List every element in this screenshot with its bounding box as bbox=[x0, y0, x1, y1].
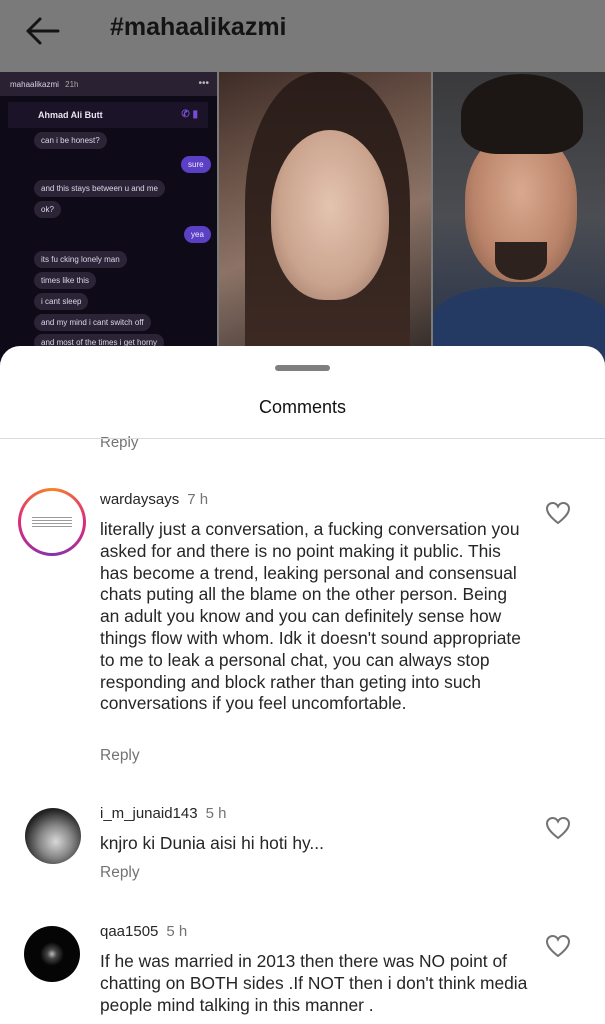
sheet-title: Comments bbox=[258, 397, 347, 417]
reply-button[interactable]: Reply bbox=[100, 864, 140, 882]
call-icons: ✆ ▮ bbox=[181, 109, 198, 120]
chat-message: can i be honest? bbox=[34, 132, 107, 149]
heart-icon[interactable] bbox=[545, 934, 571, 958]
heart-icon[interactable] bbox=[545, 816, 571, 840]
comment-username[interactable]: qaa1505 bbox=[100, 923, 158, 940]
back-arrow-icon[interactable] bbox=[22, 14, 62, 48]
comment-username[interactable]: wardaysays bbox=[100, 491, 179, 508]
chat-post-header: mahaalikazmi 21h ••• bbox=[0, 72, 217, 96]
reply-button[interactable]: Reply bbox=[100, 747, 140, 765]
comments-sheet: Comments Reply wardaysays 7 h literally j… bbox=[0, 346, 605, 1024]
comment-username[interactable]: i_m_junaid143 bbox=[100, 805, 198, 822]
chat-message: i cant sleep bbox=[34, 293, 89, 310]
comment-time: 5 h bbox=[205, 805, 227, 822]
chat-post-account: mahaalikazmi bbox=[10, 80, 59, 89]
avatar[interactable] bbox=[24, 926, 80, 982]
post-tile-photo-woman[interactable] bbox=[219, 72, 431, 362]
more-icon: ••• bbox=[198, 78, 209, 89]
post-tile-chat-screenshot[interactable]: mahaalikazmi 21h ••• Ahmad Ali Butt ✆ ▮ … bbox=[0, 72, 217, 362]
divider bbox=[0, 438, 605, 439]
chat-post-age: 21h bbox=[65, 80, 79, 89]
post-grid: mahaalikazmi 21h ••• Ahmad Ali Butt ✆ ▮ … bbox=[0, 72, 605, 362]
drag-handle[interactable] bbox=[275, 365, 330, 371]
comment-time: 7 h bbox=[187, 491, 209, 508]
photo-face bbox=[271, 130, 389, 300]
chat-message: ok? bbox=[34, 201, 61, 218]
chat-message: its fu cking lonely man bbox=[34, 251, 127, 268]
chat-message: yea bbox=[184, 226, 211, 243]
comment-text: If he was married in 2013 then there was… bbox=[100, 951, 528, 1015]
heart-icon[interactable] bbox=[545, 501, 571, 525]
chat-message: and my mind i cant switch off bbox=[34, 314, 151, 331]
avatar-text-graphic bbox=[32, 517, 72, 527]
chat-contact-bar: Ahmad Ali Butt ✆ ▮ bbox=[8, 102, 208, 128]
comment-text: knjro ki Dunia aisi hi hoti hy... bbox=[100, 833, 324, 853]
photo-hair bbox=[461, 74, 583, 154]
top-bar: #mahaalikazmi bbox=[0, 0, 605, 70]
comment-username-line: i_m_junaid143 5 h bbox=[100, 805, 226, 822]
comment-username-line: qaa1505 5 h bbox=[100, 923, 187, 940]
comment-time: 5 h bbox=[166, 923, 188, 940]
comment-username-line: wardaysays 7 h bbox=[100, 491, 208, 508]
photo-beard bbox=[495, 242, 547, 280]
chat-message: sure bbox=[181, 156, 211, 173]
chat-contact-name: Ahmad Ali Butt bbox=[38, 110, 103, 120]
post-tile-photo-man[interactable] bbox=[433, 72, 605, 362]
avatar-image bbox=[21, 491, 83, 553]
reply-button[interactable]: Reply bbox=[100, 434, 138, 451]
page-title: #mahaalikazmi bbox=[110, 13, 287, 41]
avatar[interactable] bbox=[18, 488, 86, 556]
avatar[interactable] bbox=[25, 808, 81, 864]
comment-text: literally just a conversation, a fucking… bbox=[100, 519, 521, 714]
chat-message: times like this bbox=[34, 272, 97, 289]
chat-message: and this stays between u and me bbox=[34, 180, 165, 197]
